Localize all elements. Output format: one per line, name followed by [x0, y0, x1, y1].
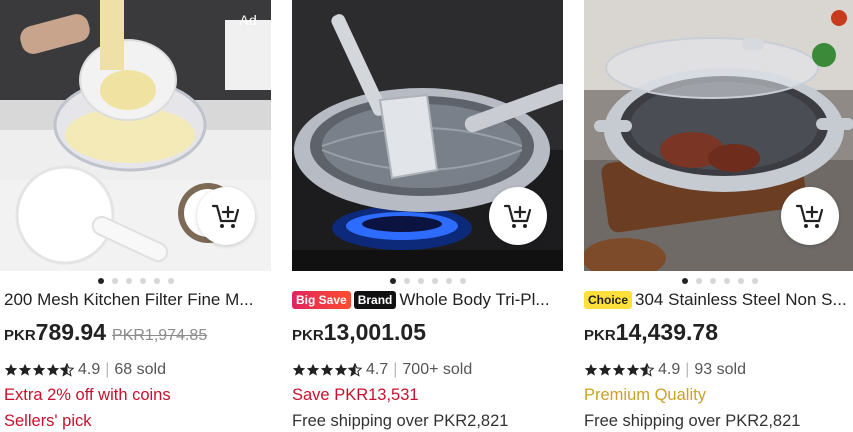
image-carousel-dots: [292, 271, 563, 285]
carousel-dot[interactable]: [389, 278, 396, 284]
star-icon: [46, 363, 60, 376]
price-currency: PKR: [4, 327, 36, 344]
price-amount: 13,001.05: [323, 319, 426, 345]
price-row: PKR 13,001.05: [292, 319, 563, 349]
sold-count: 68 sold: [114, 361, 166, 378]
star-icon: [292, 363, 306, 376]
star-icon: [306, 363, 320, 376]
carousel-dot[interactable]: [139, 278, 146, 284]
star-icon: [612, 363, 626, 376]
carousel-dot[interactable]: [723, 278, 730, 284]
choice-tag: Choice: [584, 291, 633, 309]
savings-text: Save PKR13,531: [292, 386, 419, 404]
separator: |: [393, 361, 398, 378]
star-icon: [320, 363, 334, 376]
star-icon: [348, 363, 362, 377]
carousel-dot[interactable]: [695, 278, 702, 284]
price-currency: PKR: [584, 327, 616, 344]
price-row: PKR 789.94 PKR1,974.85: [0, 319, 271, 349]
product-title[interactable]: Whole Body Tri-Pl...: [399, 290, 549, 310]
ad-badge: Ad: [239, 12, 257, 28]
product-image[interactable]: Ad: [0, 0, 271, 271]
add-to-cart-button[interactable]: [489, 187, 547, 245]
star-icon: [584, 363, 598, 376]
shipping-text: Free shipping over PKR2,821: [292, 412, 509, 430]
rating-row: 4.9 | 68 sold: [0, 359, 271, 381]
add-to-cart-icon: [503, 204, 532, 228]
star-icon: [60, 363, 74, 377]
product-image[interactable]: [584, 0, 853, 271]
price-currency: PKR: [292, 327, 324, 344]
star-rating: [292, 363, 362, 377]
shipping-text: Free shipping over PKR2,821: [584, 412, 801, 430]
star-icon: [640, 363, 654, 377]
sold-count: 93 sold: [694, 361, 746, 378]
price-row: PKR 14,439.78: [584, 319, 853, 349]
carousel-dot[interactable]: [459, 278, 466, 284]
price-amount: 789.94: [35, 319, 107, 345]
sellers-pick-label: Sellers' pick: [4, 412, 92, 430]
carousel-dot[interactable]: [167, 278, 174, 284]
add-to-cart-button[interactable]: [197, 187, 255, 245]
carousel-dot[interactable]: [445, 278, 452, 284]
add-to-cart-icon: [211, 204, 240, 228]
promo-text: Extra 2% off with coins: [4, 386, 171, 404]
star-icon: [598, 363, 612, 376]
product-image[interactable]: [292, 0, 563, 271]
premium-quality-label: Premium Quality: [584, 386, 706, 404]
add-to-cart-button[interactable]: [781, 187, 839, 245]
rating-value: 4.9: [658, 361, 681, 378]
product-title[interactable]: 304 Stainless Steel Non S...: [635, 290, 847, 310]
product-card[interactable]: Ad 200 Mesh Kitchen Filter Fine M... PKR…: [0, 0, 271, 432]
star-rating: [4, 363, 74, 377]
carousel-dot[interactable]: [125, 278, 132, 284]
product-card[interactable]: Choice 304 Stainless Steel Non S... PKR …: [584, 0, 853, 432]
rating-row: 4.9 | 93 sold: [584, 359, 853, 381]
separator: |: [685, 361, 690, 378]
carousel-dot[interactable]: [681, 278, 688, 284]
image-carousel-dots: [584, 271, 853, 285]
big-save-tag: Big Save: [292, 291, 351, 309]
carousel-dot[interactable]: [111, 278, 118, 284]
carousel-dot[interactable]: [417, 278, 424, 284]
rating-value: 4.7: [366, 361, 389, 378]
star-icon: [334, 363, 348, 376]
carousel-dot[interactable]: [431, 278, 438, 284]
separator: |: [105, 361, 110, 378]
add-to-cart-icon: [795, 204, 824, 228]
sold-count: 700+ sold: [402, 361, 473, 378]
product-title-row[interactable]: Big Save Brand Whole Body Tri-Pl...: [292, 287, 563, 313]
star-rating: [584, 363, 654, 377]
product-title[interactable]: 200 Mesh Kitchen Filter Fine M...: [4, 290, 253, 310]
star-icon: [626, 363, 640, 376]
product-title-row[interactable]: 200 Mesh Kitchen Filter Fine M...: [0, 287, 271, 313]
star-icon: [4, 363, 18, 376]
carousel-dot[interactable]: [709, 278, 716, 284]
carousel-dot[interactable]: [751, 278, 758, 284]
price-amount: 14,439.78: [615, 319, 718, 345]
original-price: PKR1,974.85: [112, 327, 208, 344]
carousel-dot[interactable]: [737, 278, 744, 284]
star-icon: [32, 363, 46, 376]
carousel-dot[interactable]: [153, 278, 160, 284]
brand-tag: Brand: [353, 291, 397, 309]
product-card[interactable]: Big Save Brand Whole Body Tri-Pl... PKR …: [292, 0, 563, 432]
carousel-dot[interactable]: [97, 278, 104, 284]
product-title-row[interactable]: Choice 304 Stainless Steel Non S...: [584, 287, 853, 313]
rating-row: 4.7 | 700+ sold: [292, 359, 563, 381]
carousel-dot[interactable]: [403, 278, 410, 284]
star-icon: [18, 363, 32, 376]
image-carousel-dots: [0, 271, 271, 285]
rating-value: 4.9: [78, 361, 101, 378]
